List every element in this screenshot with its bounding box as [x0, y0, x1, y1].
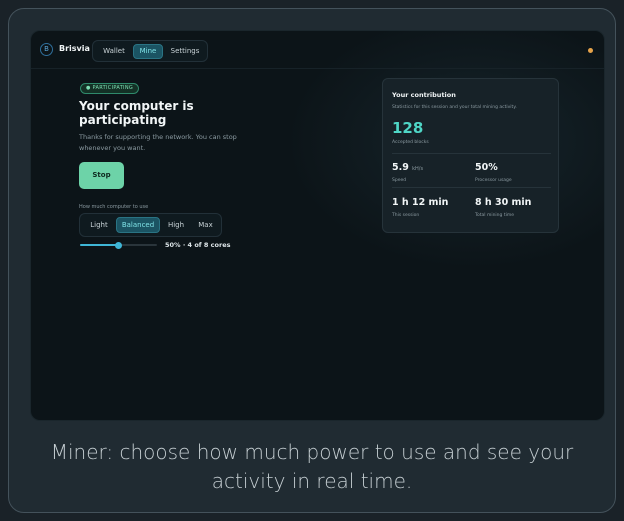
- session-time-caption: This session: [392, 213, 420, 218]
- power-slider[interactable]: [80, 241, 157, 249]
- total-time-value: 8 h 30 min: [475, 197, 532, 208]
- slider-thumb[interactable]: [115, 241, 122, 249]
- tab-wallet[interactable]: Wallet: [97, 44, 131, 59]
- card-divider: [392, 153, 551, 154]
- processor-usage-caption: Processor usage: [475, 178, 512, 183]
- processor-usage-value: 50%: [475, 162, 498, 173]
- level-light-button[interactable]: Light: [84, 217, 114, 233]
- level-balanced-button[interactable]: Balanced: [116, 217, 160, 233]
- session-time-value: 1 h 12 min: [392, 197, 449, 208]
- page-title: Your computer is participating: [79, 99, 194, 127]
- brisvia-logo-icon: B: [40, 43, 53, 56]
- screenshot-caption: Miner: choose how much power to use and …: [50, 440, 574, 493]
- slider-value: 50% · 4 of 8 cores: [165, 241, 231, 249]
- page-description: Thanks for supporting the network. You c…: [79, 133, 237, 152]
- app-window: B Brisvia Wallet Mine Settings ● PARTICI…: [30, 30, 605, 421]
- total-time-caption: Total mining time: [475, 213, 514, 218]
- top-bar: B Brisvia Wallet Mine Settings: [31, 31, 604, 69]
- usage-label: How much computer to use: [79, 204, 149, 210]
- contribution-subtitle: Statistics for this session and your tot…: [392, 105, 517, 110]
- brand-name: Brisvia: [59, 44, 90, 53]
- status-indicator-icon: [588, 48, 593, 53]
- speed-number: 5.9: [392, 162, 409, 173]
- accepted-blocks-value: 128: [392, 119, 424, 137]
- level-high-button[interactable]: High: [162, 217, 190, 233]
- tab-settings[interactable]: Settings: [166, 44, 204, 59]
- speed-value: 5.9 kH/s: [392, 162, 423, 173]
- card-divider: [392, 187, 551, 188]
- stop-button[interactable]: Stop: [79, 162, 124, 189]
- participating-badge: ● PARTICIPATING: [80, 83, 140, 94]
- level-max-button[interactable]: Max: [192, 217, 219, 233]
- contribution-title: Your contribution: [392, 91, 456, 99]
- speed-unit: kH/s: [412, 166, 424, 172]
- power-level-selector: Light Balanced High Max: [79, 213, 222, 237]
- contribution-card: Your contribution Statistics for this se…: [382, 78, 559, 233]
- slider-fill: [80, 244, 119, 246]
- accepted-blocks-caption: Accepted blocks: [392, 140, 429, 145]
- tab-mine[interactable]: Mine: [133, 44, 163, 59]
- main-nav: Wallet Mine Settings: [92, 40, 208, 62]
- speed-caption: Speed: [392, 178, 407, 183]
